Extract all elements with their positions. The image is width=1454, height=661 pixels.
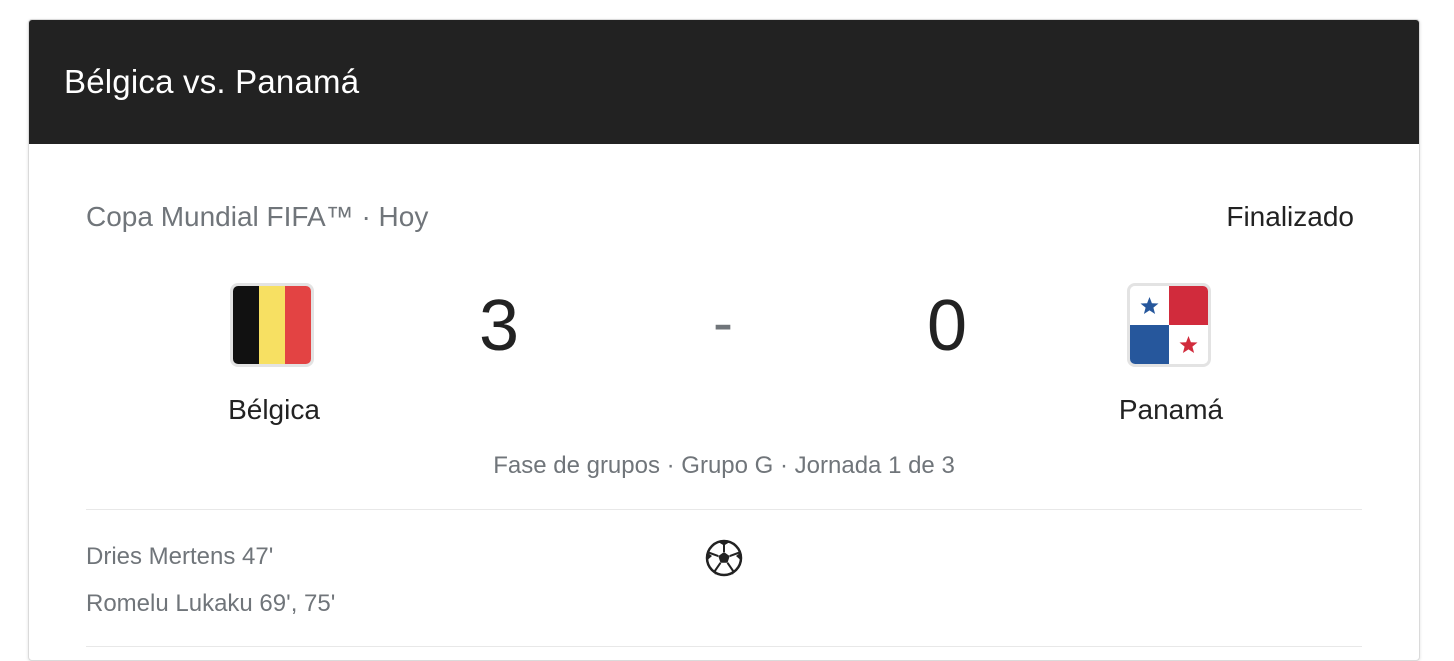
panama-flag-graphic [1130,286,1208,364]
home-team-name[interactable]: Bélgica [154,394,394,426]
competition-label: Copa Mundial FIFA™ · Hoy [86,201,429,232]
match-card[interactable]: Bélgica vs. Panamá Copa Mundial FIFA™ · … [28,19,1420,661]
belgium-flag-icon[interactable] [230,283,314,367]
away-score: 0 [926,286,968,366]
score-separator: - [713,289,733,356]
goal-scorer-item: Romelu Lukaku 69', 75' [86,590,336,617]
flag-stripe [285,286,311,364]
panama-flag-icon[interactable] [1127,283,1211,367]
divider [86,646,1362,647]
home-score: 3 [478,286,520,366]
match-status: Finalizado [1226,201,1354,232]
match-header[interactable]: Bélgica vs. Panamá [29,20,1419,144]
away-team-name[interactable]: Panamá [1051,394,1291,426]
match-title: Bélgica vs. Panamá [64,63,360,100]
match-stage: Fase de grupos · Grupo G · Jornada 1 de … [493,452,955,479]
soccer-ball-icon [705,539,743,577]
divider [86,509,1362,510]
flag-stripe [259,286,285,364]
goal-scorer-item: Dries Mertens 47' [86,543,274,570]
flag-stripe [233,286,259,364]
